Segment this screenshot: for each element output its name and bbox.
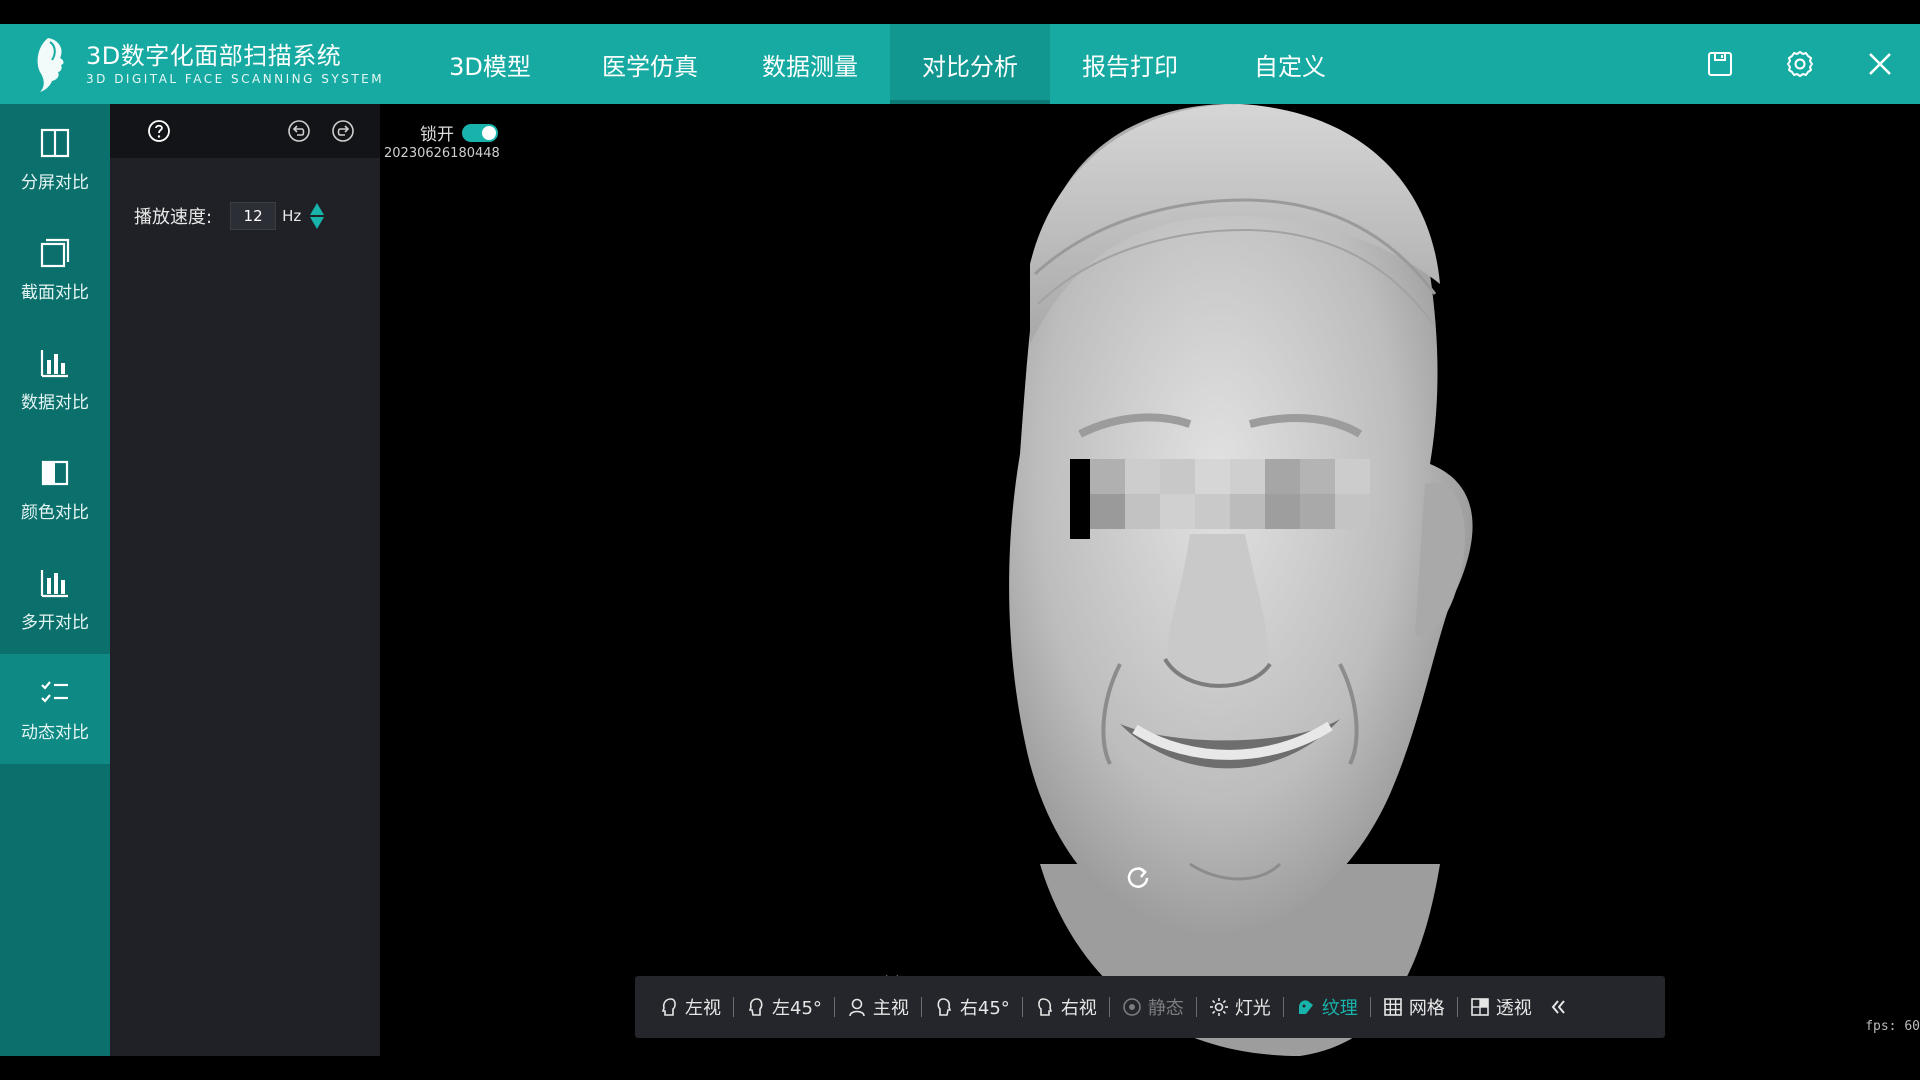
- gear-icon: [1787, 51, 1813, 77]
- grid-label: 网格: [1408, 998, 1445, 1019]
- playback-speed-unit: Hz: [282, 207, 302, 225]
- playback-speed-row: 播放速度: Hz: [134, 202, 325, 230]
- blurred-eyes-region: [1070, 459, 1370, 539]
- person-front-icon: [849, 998, 865, 1017]
- perspective-button[interactable]: 透视: [1458, 976, 1544, 1038]
- sidebar-item-label: 截面对比: [21, 282, 89, 303]
- split-screen-icon: [40, 128, 70, 157]
- panel-toolbar: [110, 104, 380, 158]
- grid-button[interactable]: 网格: [1371, 976, 1457, 1038]
- sidebar-item-label: 颜色对比: [21, 502, 89, 523]
- chevron-double-left-icon: [1551, 1000, 1565, 1014]
- color-compare-icon: [41, 460, 69, 485]
- save-button[interactable]: [1680, 24, 1760, 104]
- sidebar-item-label: 多开对比: [21, 612, 89, 633]
- tab-custom[interactable]: 自定义: [1210, 24, 1370, 104]
- redo-button[interactable]: [328, 116, 358, 146]
- left-sidebar: 分屏对比 截面对比 数据对比 颜色对比 多开对比 动态对比: [0, 104, 110, 1056]
- head-right-icon: [1038, 998, 1052, 1016]
- light-label: 灯光: [1234, 998, 1271, 1019]
- undo-button[interactable]: [284, 116, 314, 146]
- close-button[interactable]: [1840, 24, 1920, 104]
- 3d-face-model: [1009, 104, 1473, 1056]
- stepper-up-icon: [310, 203, 325, 215]
- sidebar-item-section[interactable]: 截面对比: [0, 214, 110, 324]
- scan-id: 20230626180448: [384, 146, 500, 161]
- app-logo: 3D数字化面部扫描系统 3D DIGITAL FACE SCANNING SYS…: [0, 24, 410, 104]
- view-front-button[interactable]: 主视: [835, 976, 921, 1038]
- playback-speed-label: 播放速度:: [134, 207, 213, 228]
- toolbar-collapse-button[interactable]: [1548, 997, 1568, 1017]
- view-right45-label: 右45°: [959, 998, 1010, 1019]
- redo-icon: [332, 120, 354, 142]
- sidebar-item-split-screen[interactable]: 分屏对比: [0, 104, 110, 214]
- tab-3d-model[interactable]: 3D模型: [410, 24, 570, 104]
- sidebar-item-multi[interactable]: 多开对比: [0, 544, 110, 654]
- static-icon: [1123, 998, 1141, 1016]
- stepper-down-icon: [310, 217, 325, 229]
- settings-button[interactable]: [1760, 24, 1840, 104]
- head-left45-icon: [748, 998, 763, 1016]
- tab-report-print[interactable]: 报告打印: [1050, 24, 1210, 104]
- window-top-strip: [0, 0, 1920, 24]
- view-left-button[interactable]: 左视: [647, 976, 733, 1038]
- save-icon: [1708, 52, 1732, 76]
- perspective-label: 透视: [1495, 998, 1532, 1019]
- texture-button[interactable]: 纹理: [1284, 976, 1370, 1038]
- head-left-icon: [661, 998, 676, 1016]
- perspective-icon: [1471, 998, 1489, 1016]
- head-right45-icon: [937, 998, 952, 1016]
- speed-stepper[interactable]: [309, 202, 325, 230]
- view-right45-button[interactable]: 右45°: [922, 976, 1022, 1038]
- view-right-button[interactable]: 右视: [1023, 976, 1109, 1038]
- sidebar-item-label: 数据对比: [21, 392, 89, 413]
- view-left-label: 左视: [685, 998, 721, 1019]
- face-profile-logo-icon: [37, 38, 64, 92]
- main-nav: 3D模型 医学仿真 数据测量 对比分析 报告打印 自定义: [410, 24, 1370, 104]
- tab-medical-simulation[interactable]: 医学仿真: [570, 24, 730, 104]
- sidebar-item-label: 动态对比: [21, 722, 89, 743]
- lock-label: 锁开: [420, 125, 454, 145]
- view-left45-button[interactable]: 左45°: [734, 976, 834, 1038]
- sidebar-item-data[interactable]: 数据对比: [0, 324, 110, 434]
- section-icon: [40, 238, 70, 267]
- close-icon: [1869, 53, 1891, 75]
- sidebar-item-dynamic[interactable]: 动态对比: [0, 654, 110, 764]
- grid-icon: [1384, 998, 1402, 1016]
- help-icon: [148, 120, 170, 142]
- texture-label: 纹理: [1321, 998, 1358, 1019]
- view-toolbar: 左视 左45° 主视 右45° 右视 静态 灯光 纹理 网格 透视: [635, 976, 1665, 1038]
- app-header: 3D数字化面部扫描系统 3D DIGITAL FACE SCANNING SYS…: [0, 24, 1920, 104]
- app-subtitle: 3D DIGITAL FACE SCANNING SYSTEM: [86, 72, 385, 86]
- sidebar-item-color[interactable]: 颜色对比: [0, 434, 110, 544]
- control-panel: 播放速度: Hz: [110, 104, 380, 1056]
- texture-icon: [1298, 1000, 1313, 1014]
- 3d-viewport[interactable]: 锁开 20230626180448 左视 左45° 主视 右45° 右视 静态 …: [380, 104, 1920, 1056]
- tab-comparison-analysis[interactable]: 对比分析: [890, 24, 1050, 104]
- sidebar-item-label: 分屏对比: [21, 172, 89, 193]
- app-title: 3D数字化面部扫描系统: [86, 42, 342, 70]
- help-button[interactable]: [144, 116, 174, 146]
- lock-toggle[interactable]: [462, 123, 498, 142]
- checklist-icon: [41, 680, 68, 703]
- rotate-cursor-icon: [1127, 866, 1149, 888]
- undo-icon: [288, 120, 310, 142]
- static-button[interactable]: 静态: [1110, 976, 1196, 1038]
- fps-readout: fps: 60: [1865, 1019, 1920, 1034]
- static-label: 静态: [1147, 998, 1184, 1019]
- bar-chart-icon: [40, 349, 68, 377]
- light-icon: [1209, 998, 1228, 1016]
- lock-control: 锁开: [420, 120, 498, 145]
- view-front-label: 主视: [872, 998, 909, 1019]
- light-button[interactable]: 灯光: [1197, 976, 1283, 1038]
- tab-data-measurement[interactable]: 数据测量: [730, 24, 890, 104]
- view-right-label: 右视: [1060, 998, 1097, 1019]
- multi-chart-icon: [40, 569, 68, 597]
- playback-speed-input[interactable]: [230, 202, 277, 230]
- window-bottom-strip: [0, 1056, 1920, 1080]
- view-left45-label: 左45°: [772, 998, 822, 1019]
- header-actions: [1680, 24, 1920, 104]
